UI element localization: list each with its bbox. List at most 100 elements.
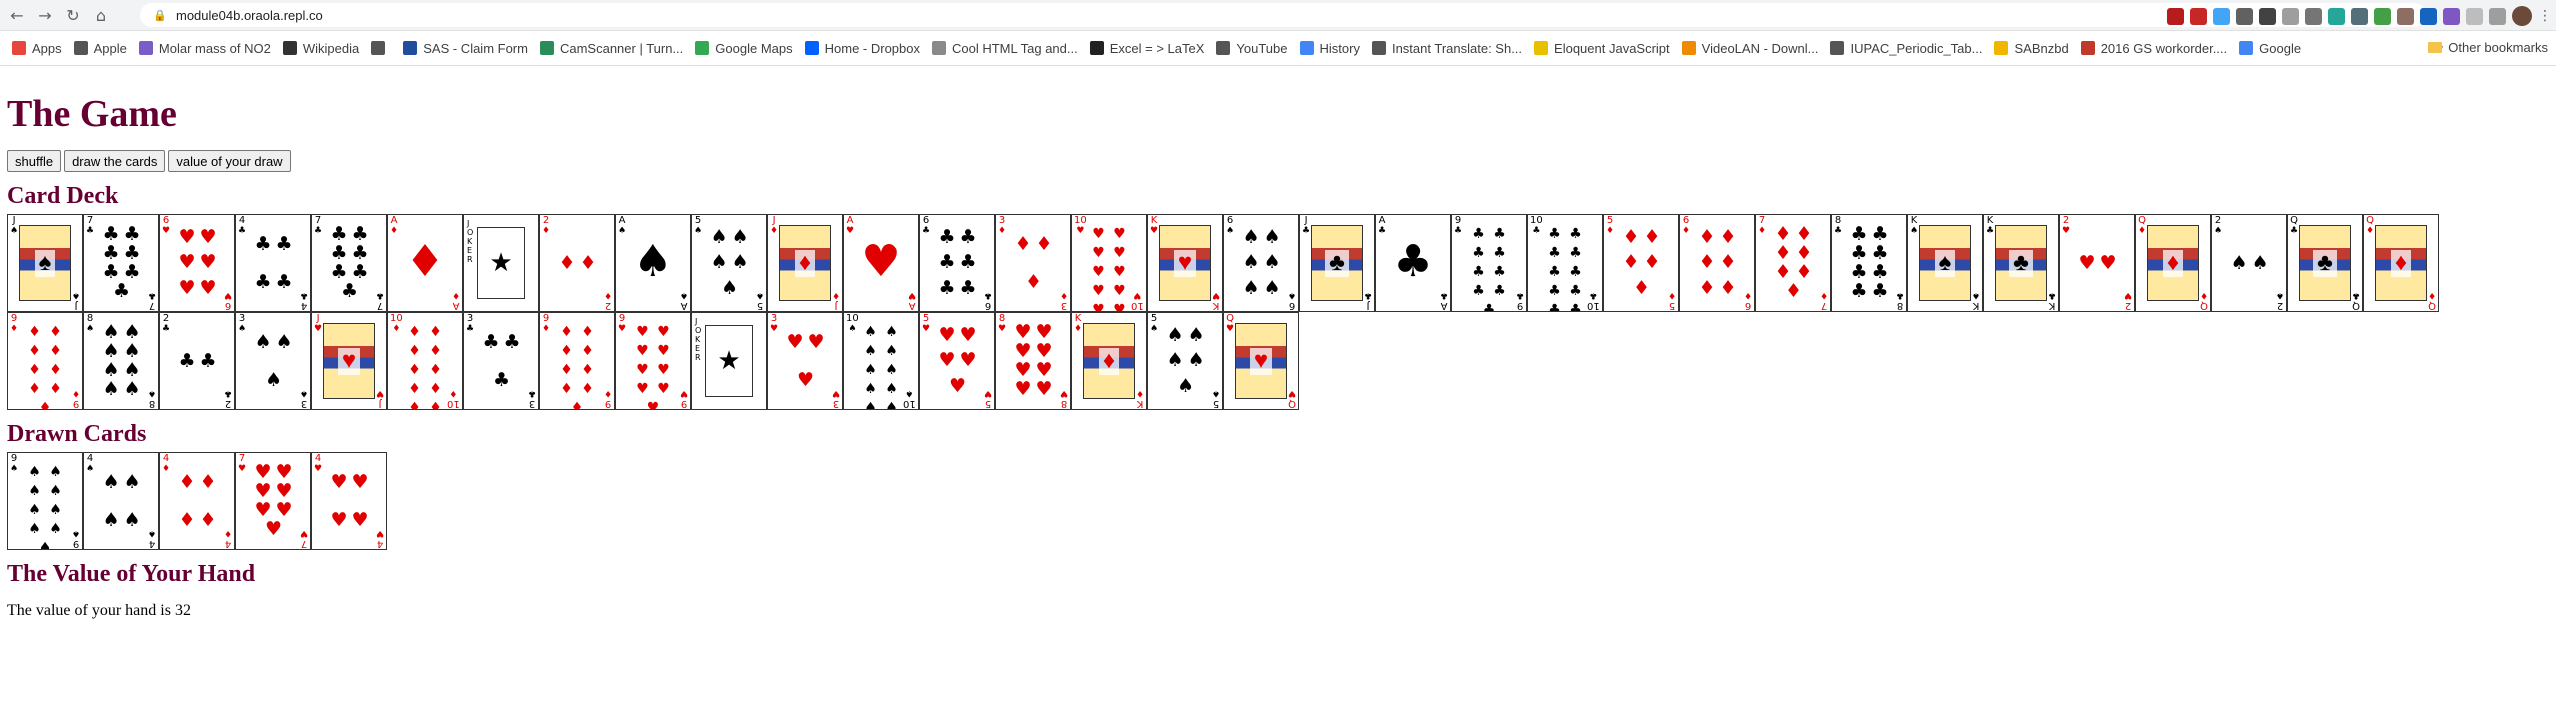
bookmark-item[interactable]: Google (2239, 41, 2301, 56)
bookmark-item[interactable]: Google Maps (695, 41, 793, 56)
card-pips: ♥ ♥ (2076, 225, 2118, 301)
playing-card: Q ♣ Q ♣ ♣ (2287, 214, 2363, 312)
shuffle-button[interactable]: shuffle (7, 150, 62, 172)
court-card-suit-icon: ♥ (1173, 249, 1197, 277)
card-rank: A (452, 300, 460, 311)
card-suit-icon: ♥ (807, 330, 825, 353)
forward-icon[interactable]: → (34, 4, 56, 26)
playing-card: 7 ♣ 7 ♣ ♣ ♣ ♣ ♣ ♣ ♣ ♣ (311, 214, 387, 312)
extension-icon[interactable] (2397, 7, 2414, 25)
playing-card: JOKER ★ (691, 312, 767, 410)
url-text[interactable]: module04b.oraola.repl.co (176, 8, 323, 23)
bookmark-item[interactable]: Excel = > LaTeX (1089, 41, 1204, 56)
card-rank: 6 (922, 215, 930, 226)
extension-icon[interactable] (2282, 7, 2299, 25)
court-card-figure: ♠ (19, 225, 71, 301)
card-pips: ♠ ♠ ♠ ♠ (100, 463, 142, 539)
bookmark-item[interactable]: Apps (12, 41, 62, 56)
extension-icon[interactable] (2351, 7, 2368, 25)
card-suit-icon: ♠ (848, 324, 857, 334)
bookmark-item[interactable]: Eloquent JavaScript (1534, 41, 1670, 56)
bookmark-item[interactable]: History (1299, 41, 1360, 56)
address-bar[interactable]: 🔒 module04b.oraola.repl.co ☆ (140, 3, 2426, 27)
card-suit-icon: ♣ (938, 226, 956, 249)
playing-card: 2 ♣ 2 ♣ ♣ ♣ (159, 312, 235, 410)
card-suit-icon: ♠ (102, 508, 120, 531)
card-suit-icon: ♠ (265, 368, 283, 391)
extension-icon[interactable] (2213, 7, 2230, 25)
bookmark-item[interactable]: YouTube (1216, 40, 1288, 56)
extension-icon[interactable] (2420, 7, 2437, 25)
card-corner-index: J ♥ (314, 314, 322, 335)
profile-avatar[interactable] (2512, 6, 2532, 26)
joker-icon: ★ (705, 325, 753, 397)
bookmark-label: YouTube (1236, 40, 1288, 56)
extension-icon[interactable] (2443, 7, 2460, 25)
extension-icon[interactable] (2190, 7, 2207, 25)
card-rank: J (74, 300, 78, 311)
card-suit-icon: ♦ (1643, 226, 1661, 249)
card-suit-icon: ♣ (1871, 280, 1889, 302)
other-bookmarks[interactable]: Other bookmarks (2428, 40, 2548, 55)
card-suit-icon: ♣ (162, 324, 171, 334)
card-suit-icon: ♥ (1092, 302, 1105, 312)
card-suit-icon: ♠ (299, 388, 308, 398)
card-rank: 4 (314, 453, 322, 464)
value-of-draw-button[interactable]: value of your draw (168, 150, 291, 172)
extension-icon[interactable] (2236, 7, 2253, 25)
card-corner-index: 4 ♠ (148, 528, 156, 549)
bookmark-item[interactable]: Molar mass of NO2 (138, 41, 271, 56)
bookmark-item[interactable]: IUPAC_Periodic_Tab... (1830, 41, 1982, 56)
card-suit-icon: ♦ (408, 362, 421, 378)
card-suit-icon: ♦ (1035, 232, 1053, 255)
card-corner-index: 5 ♠ (1150, 314, 1158, 335)
card-corner-index: 6 ♠ (1288, 290, 1296, 311)
card-deck-heading: Card Deck (7, 183, 119, 209)
extension-icon[interactable] (2374, 7, 2391, 25)
extension-icon[interactable] (2489, 7, 2506, 25)
card-suit-icon: ♥ (770, 324, 779, 334)
draw-cards-button[interactable]: draw the cards (64, 150, 166, 172)
card-rank: 5 (694, 215, 702, 226)
card-suit-icon: ♠ (885, 324, 898, 340)
bookmark-item[interactable]: Wikipedia (282, 41, 359, 56)
extension-icon[interactable] (2305, 7, 2322, 25)
reload-icon[interactable]: ↻ (62, 4, 84, 26)
bookmark-item[interactable]: SAS - Claim Form (403, 41, 528, 56)
card-suit-icon: ♠ (147, 388, 156, 398)
playing-card: 9 ♦ 9 ♦ ♦ ♦ ♦ ♦ ♦ ♦ ♦ ♦ ♦ (7, 312, 83, 410)
card-suit-icon: ♣ (983, 290, 992, 300)
extension-icon[interactable] (2466, 7, 2483, 25)
card-suit-icon: ♥ (1014, 378, 1032, 400)
card-suit-icon: ♥ (618, 324, 627, 334)
bookmark-item[interactable]: Home - Dropbox (804, 41, 920, 56)
home-icon[interactable]: ⌂ (90, 4, 112, 26)
menu-kebab-icon[interactable]: ⋮ (2538, 8, 2552, 24)
bookmark-item[interactable]: Instant Translate: Sh... (1371, 41, 1522, 56)
extension-icon[interactable] (2167, 7, 2184, 25)
card-rank: K (1972, 300, 1980, 311)
court-card-suit-icon: ♣ (1325, 249, 1349, 277)
bookmark-item[interactable]: VideoLAN - Downl... (1681, 41, 1818, 56)
card-suit-icon: ♦ (1014, 232, 1032, 255)
back-icon[interactable]: ← (6, 4, 28, 26)
bookmark-label: Google (2259, 40, 2302, 56)
card-suit-icon: ♣ (1472, 226, 1485, 242)
card-suit-icon: ♥ (199, 226, 217, 249)
bookmark-item[interactable]: 2016 GS workorder.... (2080, 41, 2227, 56)
card-suit-icon: ♠ (102, 470, 120, 493)
card-suit-icon: ♥ (646, 400, 660, 410)
bookmark-item[interactable]: Apple (73, 41, 127, 56)
card-pips: ♣ ♣ ♣ ♣ ♣ ♣ (936, 225, 978, 301)
bookmark-item[interactable]: CamScanner | Turn... (539, 41, 683, 56)
card-suit-icon: ♥ (959, 324, 977, 347)
bookmark-item[interactable]: SABnzbd (1994, 41, 2069, 56)
card-rank: 8 (1060, 398, 1068, 409)
bookmark-item[interactable] (371, 41, 391, 55)
extension-icon[interactable] (2328, 7, 2345, 25)
bookmark-item[interactable]: Cool HTML Tag and... (932, 41, 1078, 56)
card-rank: 2 (224, 398, 232, 409)
card-suit-icon: ♦ (542, 226, 551, 236)
card-suit-icon: ♥ (1211, 290, 1220, 300)
extension-icon[interactable] (2259, 7, 2276, 25)
